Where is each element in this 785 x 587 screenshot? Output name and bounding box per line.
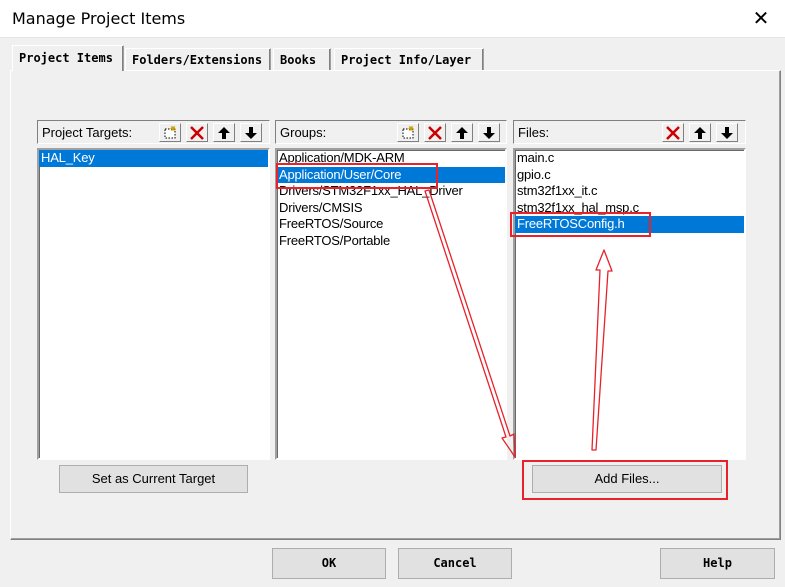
delete-target-button[interactable] — [186, 123, 208, 142]
new-item-icon — [402, 125, 414, 138]
project-targets-header: Project Targets: — [37, 120, 270, 144]
move-up-icon — [694, 126, 706, 139]
groups-list[interactable]: Application/MDK-ARM Application/User/Cor… — [275, 148, 507, 460]
list-item-target[interactable]: HAL_Key — [39, 150, 268, 167]
delete-group-button[interactable] — [424, 123, 446, 142]
tab-folders-extensions[interactable]: Folders/Extensions — [125, 48, 271, 70]
files-label: Files: — [518, 125, 550, 140]
delete-icon — [428, 125, 442, 140]
list-item-group[interactable]: Application/MDK-ARM — [277, 150, 505, 167]
list-item-file[interactable]: gpio.c — [515, 167, 744, 184]
groups-label: Groups: — [280, 125, 327, 140]
move-up-icon — [456, 126, 468, 139]
close-icon[interactable]: ✕ — [748, 8, 774, 30]
list-item-file[interactable]: FreeRTOSConfig.h — [515, 216, 744, 233]
tab-project-items[interactable]: Project Items — [12, 45, 124, 71]
files-header: Files: — [513, 120, 746, 144]
move-group-down-button[interactable] — [478, 123, 500, 142]
move-up-icon — [218, 126, 230, 139]
files-list[interactable]: main.c gpio.c stm32f1xx_it.c stm32f1xx_h… — [513, 148, 746, 460]
project-targets-list[interactable]: HAL_Key — [37, 148, 270, 460]
window-title: Manage Project Items — [12, 9, 186, 28]
move-file-down-button[interactable] — [716, 123, 738, 142]
move-target-up-button[interactable] — [213, 123, 235, 142]
tab-project-info-layer[interactable]: Project Info/Layer — [334, 48, 484, 70]
move-file-up-button[interactable] — [689, 123, 711, 142]
list-item-file[interactable]: stm32f1xx_it.c — [515, 183, 744, 200]
delete-file-button[interactable] — [662, 123, 684, 142]
delete-icon — [190, 125, 204, 140]
groups-header: Groups: — [275, 120, 507, 144]
list-item-file[interactable]: stm32f1xx_hal_msp.c — [515, 200, 744, 217]
set-current-target-button[interactable]: Set as Current Target — [59, 465, 248, 493]
help-button[interactable]: Help — [660, 548, 775, 579]
project-targets-label: Project Targets: — [42, 125, 133, 140]
delete-icon — [666, 125, 680, 140]
title-bar: Manage Project Items ✕ — [0, 0, 785, 38]
files-group: Files: main.c gpio.c stm32f1xx_it.c stm3… — [513, 120, 746, 460]
move-target-down-button[interactable] — [240, 123, 262, 142]
tab-books[interactable]: Books — [273, 48, 331, 70]
list-item-group[interactable]: Application/User/Core — [277, 166, 505, 183]
cancel-button[interactable]: Cancel — [398, 548, 512, 579]
list-item-group[interactable]: Drivers/STM32F1xx_HAL_Driver — [277, 183, 505, 200]
add-files-button[interactable]: Add Files... — [532, 465, 722, 493]
list-item-file[interactable]: main.c — [515, 150, 744, 167]
project-targets-group: Project Targets: HAL_Key — [37, 120, 270, 460]
move-group-up-button[interactable] — [451, 123, 473, 142]
list-item-group[interactable]: FreeRTOS/Portable — [277, 233, 505, 250]
groups-group: Groups: Application/MDK-ARM Application/… — [275, 120, 507, 460]
new-item-icon — [164, 125, 176, 138]
move-down-icon — [483, 126, 495, 139]
list-item-group[interactable]: Drivers/CMSIS — [277, 200, 505, 217]
new-group-button[interactable] — [397, 123, 419, 142]
list-item-group[interactable]: FreeRTOS/Source — [277, 216, 505, 233]
ok-button[interactable]: OK — [272, 548, 386, 579]
move-down-icon — [245, 126, 257, 139]
move-down-icon — [721, 126, 733, 139]
new-target-button[interactable] — [159, 123, 181, 142]
